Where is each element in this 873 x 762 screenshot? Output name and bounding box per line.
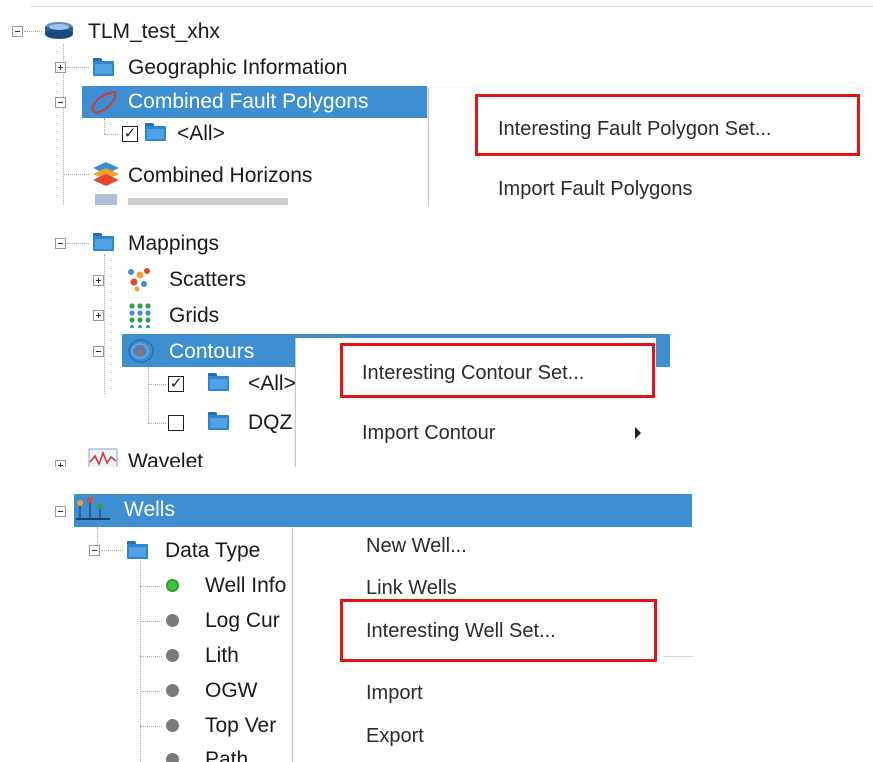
status-gray-icon	[166, 614, 179, 627]
checkbox-unchecked[interactable]	[168, 415, 184, 431]
tree-connector	[63, 174, 89, 175]
status-gray-icon	[166, 753, 179, 762]
scatter-icon	[128, 268, 150, 292]
expand-toggle[interactable]	[93, 310, 104, 321]
tree-item-all[interactable]: <All>	[177, 122, 225, 146]
menu-item-import[interactable]: Import	[366, 681, 423, 705]
tree-connector	[104, 118, 105, 134]
tree-connector	[140, 691, 162, 692]
folder-icon	[208, 412, 229, 430]
highlight-box	[340, 599, 657, 662]
wells-icon	[76, 497, 110, 520]
tree-item-dqz[interactable]: DQZ	[248, 411, 292, 435]
tree-connector	[101, 550, 123, 551]
tree-item-grids[interactable]: Grids	[169, 304, 219, 328]
tree-item-geographic[interactable]: Geographic Information	[128, 56, 347, 80]
tree-item-horizons[interactable]: Combined Horizons	[128, 164, 312, 188]
tree-item-topver[interactable]: Top Ver	[205, 714, 276, 738]
tree-connector	[67, 243, 89, 244]
menu-item-import-contour[interactable]: Import Contour	[362, 421, 495, 445]
folder-icon	[93, 233, 114, 251]
status-green-icon	[166, 579, 179, 592]
tree-connector	[104, 254, 105, 394]
checkbox-checked[interactable]: ✓	[122, 126, 138, 142]
folder-icon	[145, 123, 166, 141]
panel-fault-polygons: TLM_test_xhx Geographic Information Comb…	[0, 0, 873, 205]
tree-item-lith[interactable]: Lith	[205, 644, 239, 668]
menu-item-new-well[interactable]: New Well...	[366, 534, 467, 558]
tree-item-fault-polygons[interactable]: Combined Fault Polygons	[128, 90, 368, 114]
expand-toggle[interactable]	[55, 460, 66, 467]
fault-polygon-icon	[91, 90, 117, 115]
menu-separator	[663, 656, 693, 657]
collapse-toggle[interactable]	[55, 506, 66, 517]
tree-item-wellinfo[interactable]: Well Info	[205, 574, 286, 598]
contour-icon	[128, 339, 154, 363]
folder-icon	[208, 373, 229, 391]
folder-icon	[93, 58, 114, 76]
panel-wells: Wells Data Type Well Info Log Cur Lith O…	[0, 485, 873, 762]
tree-connector	[140, 561, 141, 762]
highlight-box	[475, 94, 860, 156]
divider	[30, 6, 873, 7]
tree-connector	[97, 527, 98, 545]
highlight-box	[340, 343, 655, 398]
tree-connector	[140, 726, 162, 727]
tree-connector	[140, 586, 162, 587]
collapse-toggle[interactable]	[12, 26, 23, 37]
status-gray-icon	[166, 684, 179, 697]
status-gray-icon	[166, 649, 179, 662]
horizons-icon	[93, 162, 119, 186]
tree-item-logcurve[interactable]: Log Cur	[205, 609, 280, 633]
tree-connector	[24, 31, 42, 32]
tree-item-contours[interactable]: Contours	[169, 340, 254, 364]
tree-item-all[interactable]: <All>	[248, 372, 296, 396]
collapse-toggle[interactable]	[89, 545, 100, 556]
tree-connector	[104, 134, 118, 135]
folder-icon	[127, 541, 148, 559]
tree-connector	[148, 384, 166, 385]
tree-connector	[140, 656, 162, 657]
wavelet-icon	[88, 448, 118, 467]
panel-contours: Mappings Scatters Grids Contours ✓ <All>…	[0, 220, 873, 467]
collapse-toggle[interactable]	[93, 346, 104, 357]
checkbox-checked[interactable]: ✓	[168, 376, 184, 392]
tree-item-path[interactable]: Path	[205, 748, 248, 762]
tree-item-mappings[interactable]: Mappings	[128, 232, 219, 256]
tree-connector	[67, 67, 89, 68]
expand-toggle[interactable]	[93, 275, 104, 286]
menu-item-link-wells[interactable]: Link Wells	[366, 576, 457, 600]
tree-connector	[148, 423, 166, 424]
database-icon	[45, 22, 73, 39]
tree-connector	[148, 367, 149, 423]
tree-item-scatters[interactable]: Scatters	[169, 268, 246, 292]
cutoff-icon	[95, 194, 117, 205]
expand-toggle[interactable]	[55, 62, 66, 73]
tree-connector	[140, 621, 162, 622]
tree-item-root[interactable]: TLM_test_xhx	[88, 20, 220, 44]
tree-item-ogw[interactable]: OGW	[205, 679, 258, 703]
collapse-toggle[interactable]	[55, 238, 66, 249]
tree-item-wavelet[interactable]: Wavelet	[128, 450, 203, 467]
collapse-toggle[interactable]	[55, 97, 66, 108]
tree-item-wells[interactable]: Wells	[124, 498, 175, 522]
status-gray-icon	[166, 719, 179, 732]
grid-icon	[129, 303, 151, 328]
cutoff-text	[128, 198, 288, 205]
tree-item-datatype[interactable]: Data Type	[165, 539, 260, 563]
menu-item-export[interactable]: Export	[366, 724, 424, 748]
submenu-arrow-icon	[635, 427, 641, 439]
menu-item-import-fault[interactable]: Import Fault Polygons	[498, 177, 693, 201]
